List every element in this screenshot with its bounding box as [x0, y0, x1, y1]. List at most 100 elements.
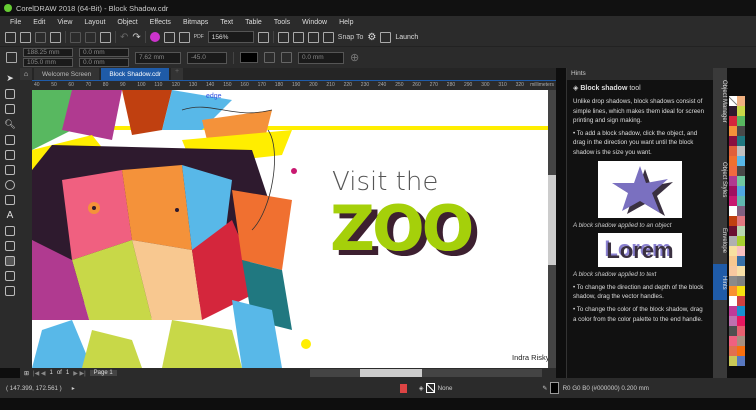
- palette-swatch[interactable]: [729, 246, 737, 256]
- add-icon[interactable]: ⊕: [350, 51, 359, 64]
- palette-swatch[interactable]: [737, 166, 745, 176]
- page-tab[interactable]: Page 1: [89, 370, 117, 376]
- new-tab-button[interactable]: +: [171, 68, 184, 80]
- grid-icon[interactable]: [292, 31, 304, 43]
- palette-swatch[interactable]: [729, 326, 737, 336]
- palette-swatch[interactable]: [729, 96, 737, 106]
- vertical-ruler[interactable]: [20, 80, 32, 368]
- docker-tab-envelope[interactable]: Envelope: [713, 216, 727, 253]
- palette-swatch[interactable]: [729, 106, 737, 116]
- menu-edit[interactable]: Edit: [27, 19, 51, 26]
- palette-swatch[interactable]: [737, 286, 745, 296]
- palette-swatch[interactable]: [729, 296, 737, 306]
- shadow-depth-field[interactable]: 7.62 mm: [135, 51, 181, 64]
- palette-swatch[interactable]: [729, 276, 737, 286]
- color-palette[interactable]: [729, 96, 745, 366]
- pick-tool-icon[interactable]: ➤: [6, 73, 14, 84]
- palette-swatch[interactable]: [737, 246, 745, 256]
- palette-swatch[interactable]: [737, 316, 745, 326]
- new-document-icon[interactable]: [5, 31, 16, 43]
- palette-swatch[interactable]: [737, 196, 745, 206]
- menu-table[interactable]: Table: [239, 19, 268, 26]
- snap-icon[interactable]: [322, 31, 334, 43]
- palette-swatch[interactable]: [729, 136, 737, 146]
- scroll-thumb[interactable]: [360, 369, 422, 377]
- palette-swatch[interactable]: [737, 306, 745, 316]
- palette-swatch[interactable]: [729, 206, 737, 216]
- palette-swatch[interactable]: [729, 116, 737, 126]
- print-icon[interactable]: [50, 31, 61, 43]
- palette-swatch[interactable]: [729, 226, 737, 236]
- menu-tools[interactable]: Tools: [268, 19, 296, 26]
- palette-swatch[interactable]: [729, 266, 737, 276]
- corel-connect-icon[interactable]: [149, 32, 160, 42]
- x-position-field[interactable]: 188.25 mm: [23, 48, 73, 57]
- menu-object[interactable]: Object: [111, 19, 143, 26]
- docker-tab-object-manager[interactable]: Object Manager: [713, 68, 727, 123]
- palette-swatch[interactable]: [737, 356, 745, 366]
- block-shadow-tool-icon[interactable]: [5, 256, 15, 266]
- palette-swatch[interactable]: [729, 236, 737, 246]
- palette-swatch[interactable]: [737, 276, 745, 286]
- open-icon[interactable]: [20, 31, 31, 43]
- y-position-field[interactable]: 105.0 mm: [23, 58, 73, 67]
- palette-swatch[interactable]: [737, 266, 745, 276]
- menu-text[interactable]: Text: [214, 19, 239, 26]
- palette-swatch[interactable]: [737, 346, 745, 356]
- palette-swatch[interactable]: [729, 256, 737, 266]
- zoom-level-select[interactable]: 156%: [207, 31, 254, 43]
- palette-swatch[interactable]: [737, 226, 745, 236]
- menu-effects[interactable]: Effects: [144, 19, 177, 26]
- launch-icon[interactable]: [380, 31, 392, 43]
- palette-swatch[interactable]: [737, 136, 745, 146]
- polygon-tool-icon[interactable]: [5, 195, 15, 205]
- connector-tool-icon[interactable]: [5, 241, 15, 251]
- text-tool-icon[interactable]: A: [7, 210, 14, 221]
- expand-arrow-icon[interactable]: ▸: [72, 385, 75, 392]
- offset-field[interactable]: 0.0 mm: [298, 51, 344, 64]
- remove-shadow-icon[interactable]: [264, 52, 275, 63]
- color-proofing-icon[interactable]: [399, 383, 407, 393]
- menu-layout[interactable]: Layout: [78, 19, 111, 26]
- palette-swatch[interactable]: [737, 176, 745, 186]
- options-gear-icon[interactable]: ⚙: [367, 32, 376, 43]
- palette-swatch[interactable]: [737, 296, 745, 306]
- zoo-headline[interactable]: ZOO: [330, 192, 475, 265]
- publish-pdf-icon[interactable]: PDF: [194, 34, 204, 40]
- tab-block-shadow[interactable]: Block Shadow.cdr: [101, 68, 170, 80]
- ellipse-tool-icon[interactable]: [5, 180, 15, 190]
- palette-swatch[interactable]: [729, 216, 737, 226]
- snap-to-dropdown[interactable]: Snap To: [338, 34, 364, 41]
- palette-swatch[interactable]: [737, 156, 745, 166]
- palette-swatch[interactable]: [729, 286, 737, 296]
- crop-tool-icon[interactable]: [5, 104, 15, 114]
- lion-artwork[interactable]: edge Visit the ZOO ZOO Indra Risky: [32, 90, 548, 368]
- palette-swatch[interactable]: [729, 126, 737, 136]
- docker-tab-hints[interactable]: Hints: [713, 264, 727, 300]
- redo-icon[interactable]: ↷: [132, 32, 140, 43]
- palette-swatch[interactable]: [737, 96, 745, 106]
- palette-swatch[interactable]: [737, 186, 745, 196]
- palette-swatch[interactable]: [737, 326, 745, 336]
- export-icon[interactable]: [178, 31, 190, 43]
- menu-view[interactable]: View: [51, 19, 78, 26]
- fill-tool-icon[interactable]: [5, 286, 15, 296]
- launch-dropdown[interactable]: Launch: [395, 34, 418, 41]
- copy-icon[interactable]: [85, 31, 96, 43]
- rulers-icon[interactable]: [277, 31, 289, 43]
- first-page-icon[interactable]: |◀ ◀: [33, 370, 45, 377]
- shadow-angle-field[interactable]: -45.0: [187, 51, 227, 64]
- menu-help[interactable]: Help: [333, 19, 359, 26]
- cut-icon[interactable]: [70, 31, 81, 43]
- drawing-canvas[interactable]: edge Visit the ZOO ZOO Indra Risky: [32, 90, 548, 368]
- palette-swatch[interactable]: [729, 186, 737, 196]
- palette-swatch[interactable]: [729, 336, 737, 346]
- menu-window[interactable]: Window: [296, 19, 333, 26]
- horizontal-ruler[interactable]: 40 50 60 70 80 90 100 110 120 130 140 150 160 170 180 1…: [32, 80, 556, 90]
- shape-tool-icon[interactable]: [5, 89, 15, 99]
- rectangle-tool-icon[interactable]: [5, 165, 15, 175]
- guidelines-icon[interactable]: [307, 31, 319, 43]
- palette-swatch[interactable]: [729, 146, 737, 156]
- palette-swatch[interactable]: [737, 106, 745, 116]
- last-page-icon[interactable]: ▶ ▶|: [73, 370, 85, 377]
